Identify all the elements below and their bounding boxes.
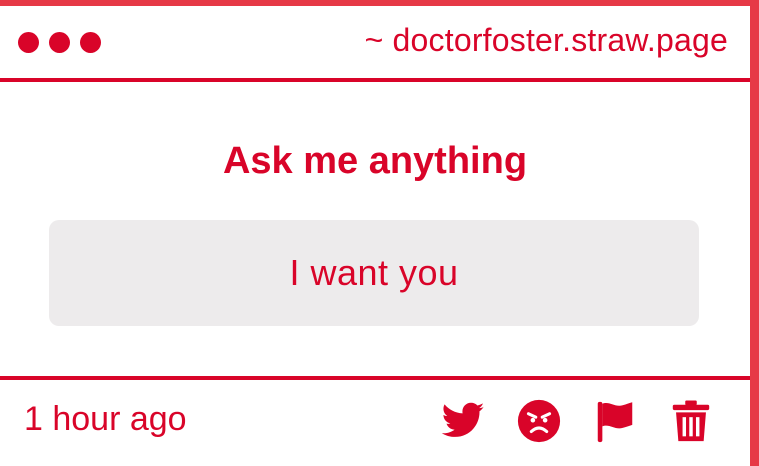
page-title: Ask me anything: [222, 140, 528, 182]
window-controls: [18, 32, 101, 53]
question-content: Ask me anything I want you: [0, 82, 750, 380]
window-dot-2: [49, 32, 70, 53]
window-dot-3: [80, 32, 101, 53]
twitter-icon[interactable]: [440, 398, 486, 444]
angry-face-icon[interactable]: [516, 398, 562, 444]
action-bar: [440, 398, 714, 444]
card-footer: 1 hour ago: [0, 380, 750, 460]
timestamp: 1 hour ago: [24, 400, 187, 438]
page-url[interactable]: ~ doctorfoster.straw.page: [365, 22, 728, 59]
trash-icon[interactable]: [668, 398, 714, 444]
window-titlebar: ~ doctorfoster.straw.page: [0, 6, 750, 82]
question-card: ~ doctorfoster.straw.page Ask me anythin…: [0, 6, 750, 466]
question-message: I want you: [49, 220, 699, 326]
window-dot-1: [18, 32, 39, 53]
flag-icon[interactable]: [592, 398, 638, 444]
